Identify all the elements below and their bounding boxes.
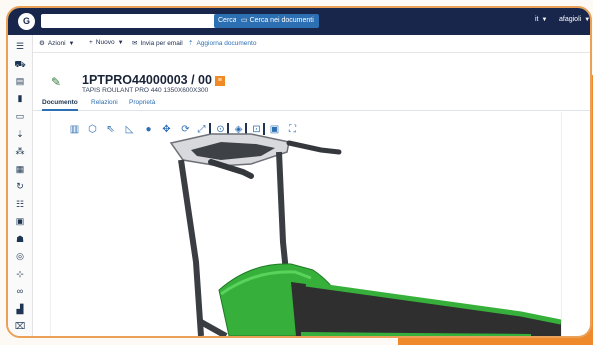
filter-icon[interactable]: ⊹ [14,269,26,280]
chart-icon[interactable]: ▟ [14,304,26,315]
title-text: 1PTPRO44000003 / 00 [82,73,212,87]
app-window: G Cerca ▭ Cerca nei documenti it ▼ afagio… [6,6,592,338]
update-document-button[interactable]: ⇡ Aggiorna documento [188,39,256,47]
upload-icon: ⇡ [188,40,194,47]
person-down-icon[interactable]: ⇣ [14,129,26,140]
tab-documento[interactable]: Documento [42,99,78,111]
chevron-down-icon: ▼ [541,17,548,23]
folder-icon[interactable]: ▭ [14,111,26,122]
search-documents-label: Cerca nei documenti [249,17,314,24]
gear-icon: ⚙ [39,40,45,47]
actions-label: Azioni [47,40,66,47]
new-label: Nuovo [95,39,115,46]
update-document-label: Aggiorna documento [196,40,257,47]
top-bar: G Cerca ▭ Cerca nei documenti it ▼ afagio… [8,8,590,35]
trash-icon[interactable]: ⌧ [14,321,26,332]
document-icon[interactable]: ▤ [14,76,26,87]
tab-bar: Documento Relazioni Proprietà [33,98,590,111]
tab-relazioni[interactable]: Relazioni [91,99,118,109]
grid-icon[interactable]: ▦ [14,164,26,175]
bar-icon[interactable]: ▮ [14,93,26,104]
language-label: it [535,16,539,23]
treadmill-model [169,133,561,336]
language-selector[interactable]: it ▼ [535,16,547,23]
chevron-down-icon: ▼ [68,41,75,47]
chevron-down-icon: ▼ [117,40,124,46]
search-input[interactable] [41,14,217,28]
new-menu[interactable]: + Nuovo ▼ [89,39,124,46]
team-icon[interactable]: ☗ [14,234,26,245]
list-icon[interactable]: ☷ [14,199,26,210]
item-header: ✎ 1PTPRO44000003 / 00 ≡ TAPIS ROULANT PRO… [33,53,590,98]
cart-icon[interactable]: ⛟ [14,59,26,70]
chevron-down-icon: ▼ [584,17,591,23]
calendar-icon[interactable]: ▣ [14,216,26,227]
actions-menu[interactable]: ⚙ Azioni ▼ [39,39,75,47]
search-documents-button[interactable]: ▭ Cerca nei documenti [236,14,319,28]
plus-icon: + [89,39,93,46]
notes-icon[interactable]: ≡ [214,75,225,86]
send-email-label: Invia per email [140,40,183,47]
page-title: 1PTPRO44000003 / 00 ≡ [82,73,225,87]
item-description: TAPIS ROULANT PRO 440 1350X600X300 [82,87,209,94]
document-search-icon: ▭ [241,17,250,24]
menu-icon[interactable]: ☰ [14,41,26,52]
user-menu[interactable]: afagioli ▼ [559,16,590,23]
part-icon: ✎ [51,75,62,89]
3d-viewer[interactable]: ▥ ⬡ ⇖ ◺ ● ✥ ⟳ ⤢ ⊙ ◈ ⊡ ▣ ⛶ [50,112,562,336]
tab-proprieta[interactable]: Proprietà [129,99,155,109]
send-email-button[interactable]: ✉ Invia per email [132,39,183,47]
link-icon[interactable]: ∞ [14,286,26,297]
document-toolbar: ⚙ Azioni ▼ + Nuovo ▼ ✉ Invia per email ⇡ Aggio… [33,35,590,53]
app-logo[interactable]: G [18,13,35,30]
sidebar: ☰ ⛟ ▤ ▮ ▭ ⇣ ⁂ ▦ ↻ ☷ ▣ ☗ ◎ ⊹ ∞ ▟ ⌧ [8,35,33,336]
envelope-icon: ✉ [132,40,138,47]
layers-icon[interactable]: ◎ [14,251,26,262]
user-label: afagioli [559,16,582,23]
hierarchy-icon[interactable]: ⁂ [14,146,26,157]
cycle-icon[interactable]: ↻ [14,181,26,192]
